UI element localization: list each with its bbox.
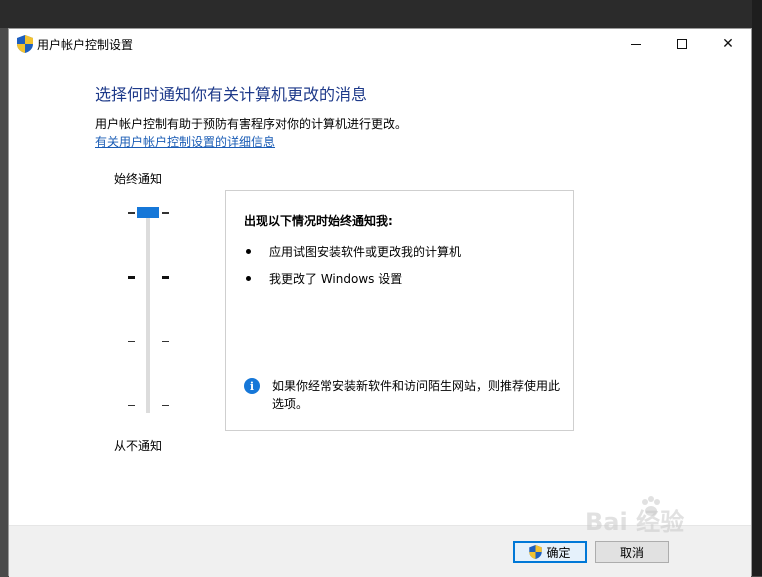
desktop-background-top: [0, 0, 762, 28]
cancel-label: 取消: [619, 545, 644, 560]
watermark-text: Bai 经验: [585, 508, 685, 536]
shield-icon: [529, 545, 543, 559]
cancel-button[interactable]: 取消: [595, 541, 669, 563]
paw-icon: [642, 496, 660, 516]
close-button[interactable]: ✕: [705, 29, 751, 59]
details-link[interactable]: 有关用户帐户控制设置的详细信息: [95, 133, 275, 150]
minimize-icon: [631, 43, 641, 45]
close-icon: ✕: [722, 36, 734, 52]
bullet-icon: [246, 249, 251, 254]
list-item: 应用试图安装软件或更改我的计算机: [246, 243, 461, 260]
bullet-icon: [246, 276, 251, 281]
notification-slider-thumb[interactable]: [137, 207, 159, 218]
maximize-button[interactable]: [659, 29, 705, 59]
slider-top-label: 始终通知: [114, 172, 163, 186]
window-title: 用户帐户控制设置: [37, 38, 134, 52]
ok-button[interactable]: 确定: [513, 541, 587, 563]
maximize-icon: [677, 39, 687, 49]
slider-tick-right-2: [162, 276, 169, 279]
bullet-text: 应用试图安装软件或更改我的计算机: [269, 245, 462, 259]
slider-tick-left-4: [128, 405, 135, 406]
bullet-text: 我更改了 Windows 设置: [269, 272, 403, 286]
description-text: 用户帐户控制有助于预防有害程序对你的计算机进行更改。: [95, 117, 408, 131]
slider-tick-left-2: [128, 276, 135, 279]
slider-tick-right-1: [162, 212, 169, 214]
ok-label: 确定: [546, 545, 571, 560]
recommendation-text: 如果你经常安装新软件和访问陌生网站，则推荐使用此选项。: [272, 379, 561, 411]
slider-tick-right-3: [162, 341, 169, 342]
desktop-background-right: [752, 0, 762, 576]
slider-tick-left-1: [128, 212, 135, 214]
minimize-button[interactable]: [613, 29, 659, 59]
notification-slider-track[interactable]: [146, 209, 150, 413]
info-panel: 出现以下情况时始终通知我: 应用试图安装软件或更改我的计算机 我更改了 Wind…: [225, 190, 574, 431]
list-item: 我更改了 Windows 设置: [246, 270, 402, 287]
slider-tick-right-4: [162, 405, 169, 406]
slider-bottom-label: 从不通知: [114, 439, 163, 453]
info-title: 出现以下情况时始终通知我:: [244, 214, 393, 228]
slider-tick-left-3: [128, 341, 135, 342]
info-icon: i: [244, 378, 260, 394]
page-heading: 选择何时通知你有关计算机更改的消息: [95, 85, 368, 104]
uac-settings-window: 用户帐户控制设置 ✕ 选择何时通知你有关计算机更改的消息 用户帐户控制有助于预防…: [8, 28, 752, 577]
shield-icon: [17, 35, 33, 53]
title-bar[interactable]: 用户帐户控制设置 ✕: [9, 29, 751, 59]
